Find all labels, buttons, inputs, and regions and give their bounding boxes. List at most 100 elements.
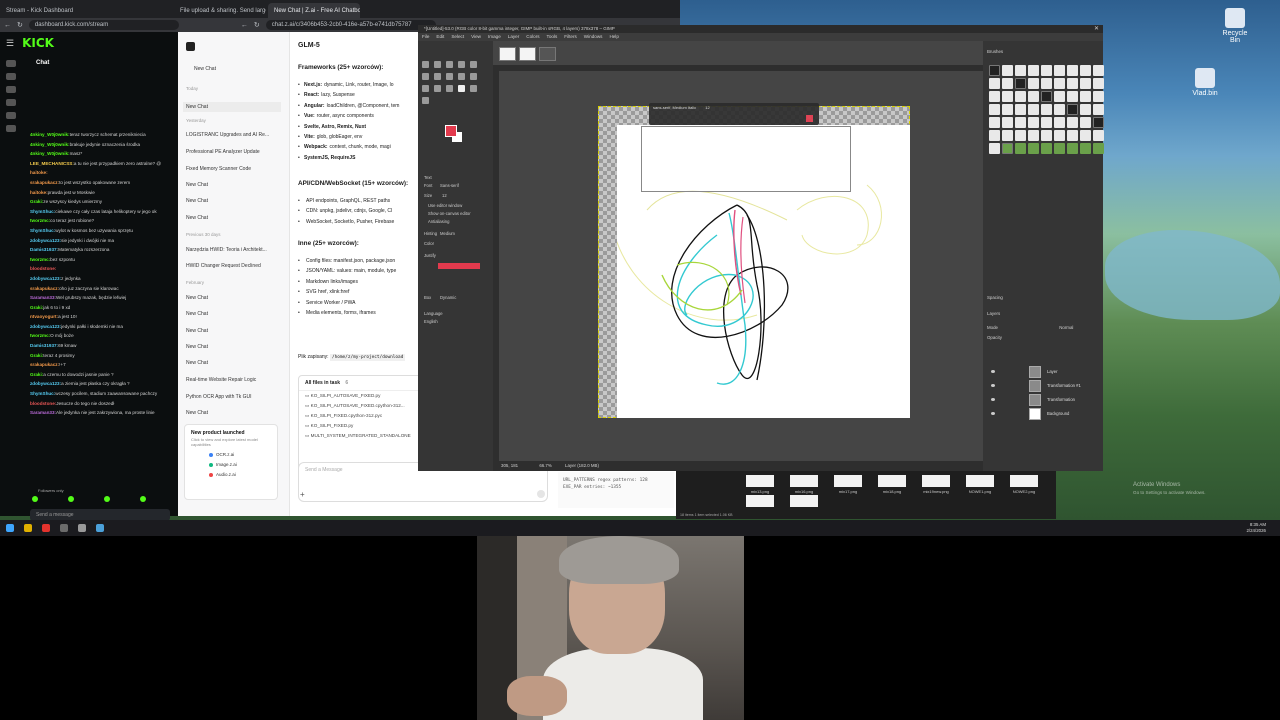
send-button[interactable] — [537, 490, 545, 498]
close-icon[interactable]: ✕ — [1094, 25, 1099, 33]
eye-icon[interactable] — [991, 384, 995, 387]
layer-row[interactable]: Transformation #1 — [987, 379, 1099, 392]
chat-username[interactable]: srakapukacz: — [30, 286, 59, 291]
brush-preset[interactable] — [1028, 117, 1039, 128]
home-icon[interactable] — [6, 60, 16, 67]
image-tab[interactable] — [519, 47, 536, 61]
brush-preset[interactable] — [1015, 130, 1026, 141]
tab-file-upload[interactable]: File upload & sharing. Send large fil — [174, 3, 266, 18]
menu-item[interactable]: Layer — [508, 33, 520, 41]
menu-item[interactable]: Edit — [436, 33, 444, 41]
url-field-zai[interactable]: chat.z.ai/c/3406b453-2cb0-416e-a57b-e741… — [265, 20, 436, 30]
settings-icon[interactable] — [6, 112, 16, 119]
product-link-audio[interactable]: Audio.z.ai — [209, 472, 253, 477]
chat-username[interactable]: zdobywca123: — [30, 238, 61, 243]
brush-preset[interactable] — [1067, 117, 1078, 128]
brush-preset[interactable] — [1002, 104, 1013, 115]
chat-history-item[interactable]: New Chat — [186, 182, 284, 188]
chat-username[interactable]: zdobywca123: — [30, 324, 61, 329]
brush-preset[interactable] — [1067, 130, 1078, 141]
brush-preset[interactable] — [1054, 78, 1065, 89]
emote-icon[interactable] — [140, 496, 146, 502]
brush-preset[interactable] — [1054, 117, 1065, 128]
brush-preset[interactable] — [1080, 91, 1091, 102]
chat-history-item[interactable]: New Chat — [186, 328, 284, 334]
tool-option[interactable]: Use editor window — [428, 203, 462, 208]
layer-row[interactable]: Transformation — [987, 393, 1099, 406]
app-icon[interactable] — [96, 524, 104, 532]
menu-item[interactable]: Help — [609, 33, 618, 41]
chat-username[interactable]: tworzmc: — [30, 218, 50, 223]
brush-preset[interactable] — [1080, 104, 1091, 115]
brush-preset[interactable] — [1054, 91, 1065, 102]
chat-username[interactable]: srakapukacz: — [30, 180, 59, 185]
menu-item[interactable]: Colors — [526, 33, 539, 41]
rect-select-icon[interactable] — [434, 61, 441, 68]
chat-history-item[interactable]: New Chat — [186, 295, 284, 301]
file-thumbnail[interactable]: NOWE2.png — [1010, 475, 1038, 494]
brush-preset[interactable] — [1002, 65, 1013, 76]
brush-preset[interactable] — [1067, 91, 1078, 102]
eye-icon[interactable] — [991, 412, 995, 415]
chat-username[interactable]: Damis31937: — [30, 247, 58, 252]
model-name[interactable]: GLM-5 — [298, 42, 320, 49]
brush-preset[interactable] — [1093, 104, 1104, 115]
tools-icon[interactable] — [6, 125, 16, 132]
brush-preset[interactable] — [1093, 91, 1104, 102]
picker-icon[interactable] — [470, 85, 477, 92]
brush-preset[interactable] — [1080, 65, 1091, 76]
bucket-icon[interactable] — [446, 73, 453, 80]
brush-preset[interactable] — [989, 104, 1000, 115]
brush-preset[interactable] — [1041, 117, 1052, 128]
tool-option[interactable]: Font — [424, 183, 432, 188]
brush-preset[interactable] — [1054, 65, 1065, 76]
browser-icon[interactable] — [42, 524, 50, 532]
lasso-icon[interactable] — [446, 61, 453, 68]
move-tool-icon[interactable] — [422, 61, 429, 68]
chat-username[interactable]: 4nkiny_W0j0wnik: — [30, 151, 70, 156]
brush-preset[interactable] — [1015, 78, 1026, 89]
chat-history-item[interactable]: HWID Changer Request Declined — [186, 263, 284, 269]
brush-preset[interactable] — [1002, 143, 1013, 154]
file-item[interactable]: ▭ KO_SILPI_AUTOSAVE_FIXED.py — [299, 391, 427, 401]
brush-preset[interactable] — [1028, 78, 1039, 89]
tool-option[interactable]: Hinting — [424, 231, 437, 236]
file-thumbnail[interactable]: mix19new.png — [922, 475, 950, 494]
chat-username[interactable]: Graki: — [30, 199, 43, 204]
menu-icon[interactable]: ☰ — [6, 38, 14, 49]
tool-option[interactable]: Text — [424, 175, 432, 180]
reload-icon[interactable]: ↻ — [254, 21, 260, 29]
tool-option[interactable]: English — [424, 319, 438, 324]
stream-icon[interactable] — [6, 73, 16, 80]
tool-option[interactable]: Medium — [440, 231, 455, 236]
file-thumbnail[interactable]: mix18.png — [878, 475, 906, 494]
tool-option[interactable]: Language — [424, 311, 443, 316]
product-link-image[interactable]: Image.z.ai — [209, 462, 253, 467]
brush-preset[interactable] — [1080, 78, 1091, 89]
brush-preset[interactable] — [989, 143, 1000, 154]
brush-preset[interactable] — [1067, 143, 1078, 154]
brush-preset[interactable] — [1067, 78, 1078, 89]
back-icon[interactable]: ← — [241, 22, 248, 29]
eye-icon[interactable] — [991, 398, 995, 401]
text-tool-icon[interactable] — [458, 85, 465, 92]
chat-history-item[interactable]: Professional PE Analyzer Update — [186, 149, 284, 155]
chat-username[interactable]: zdobywca123: — [30, 381, 61, 386]
chat-username[interactable]: tworzmc: — [30, 257, 50, 262]
menu-item[interactable]: Select — [451, 33, 464, 41]
users-icon[interactable] — [6, 99, 16, 106]
clone-icon[interactable] — [422, 85, 429, 92]
file-thumbnail[interactable]: mix17.png — [834, 475, 862, 494]
tool-option[interactable]: Show on-canvas editor — [428, 211, 471, 216]
brush-preset[interactable] — [1002, 91, 1013, 102]
brush-preset[interactable] — [1028, 130, 1039, 141]
tool-option[interactable]: 12 — [442, 193, 447, 198]
paintbrush-icon[interactable] — [458, 73, 465, 80]
text-color-button[interactable] — [806, 115, 813, 122]
chat-history-item[interactable]: New Chat — [186, 344, 284, 350]
chat-username[interactable]: bloodstone: — [30, 401, 56, 406]
tool-option[interactable]: Sans-serif — [440, 183, 459, 188]
brush-preset[interactable] — [1080, 130, 1091, 141]
brush-preset[interactable] — [1041, 104, 1052, 115]
image-tab[interactable] — [539, 47, 556, 61]
